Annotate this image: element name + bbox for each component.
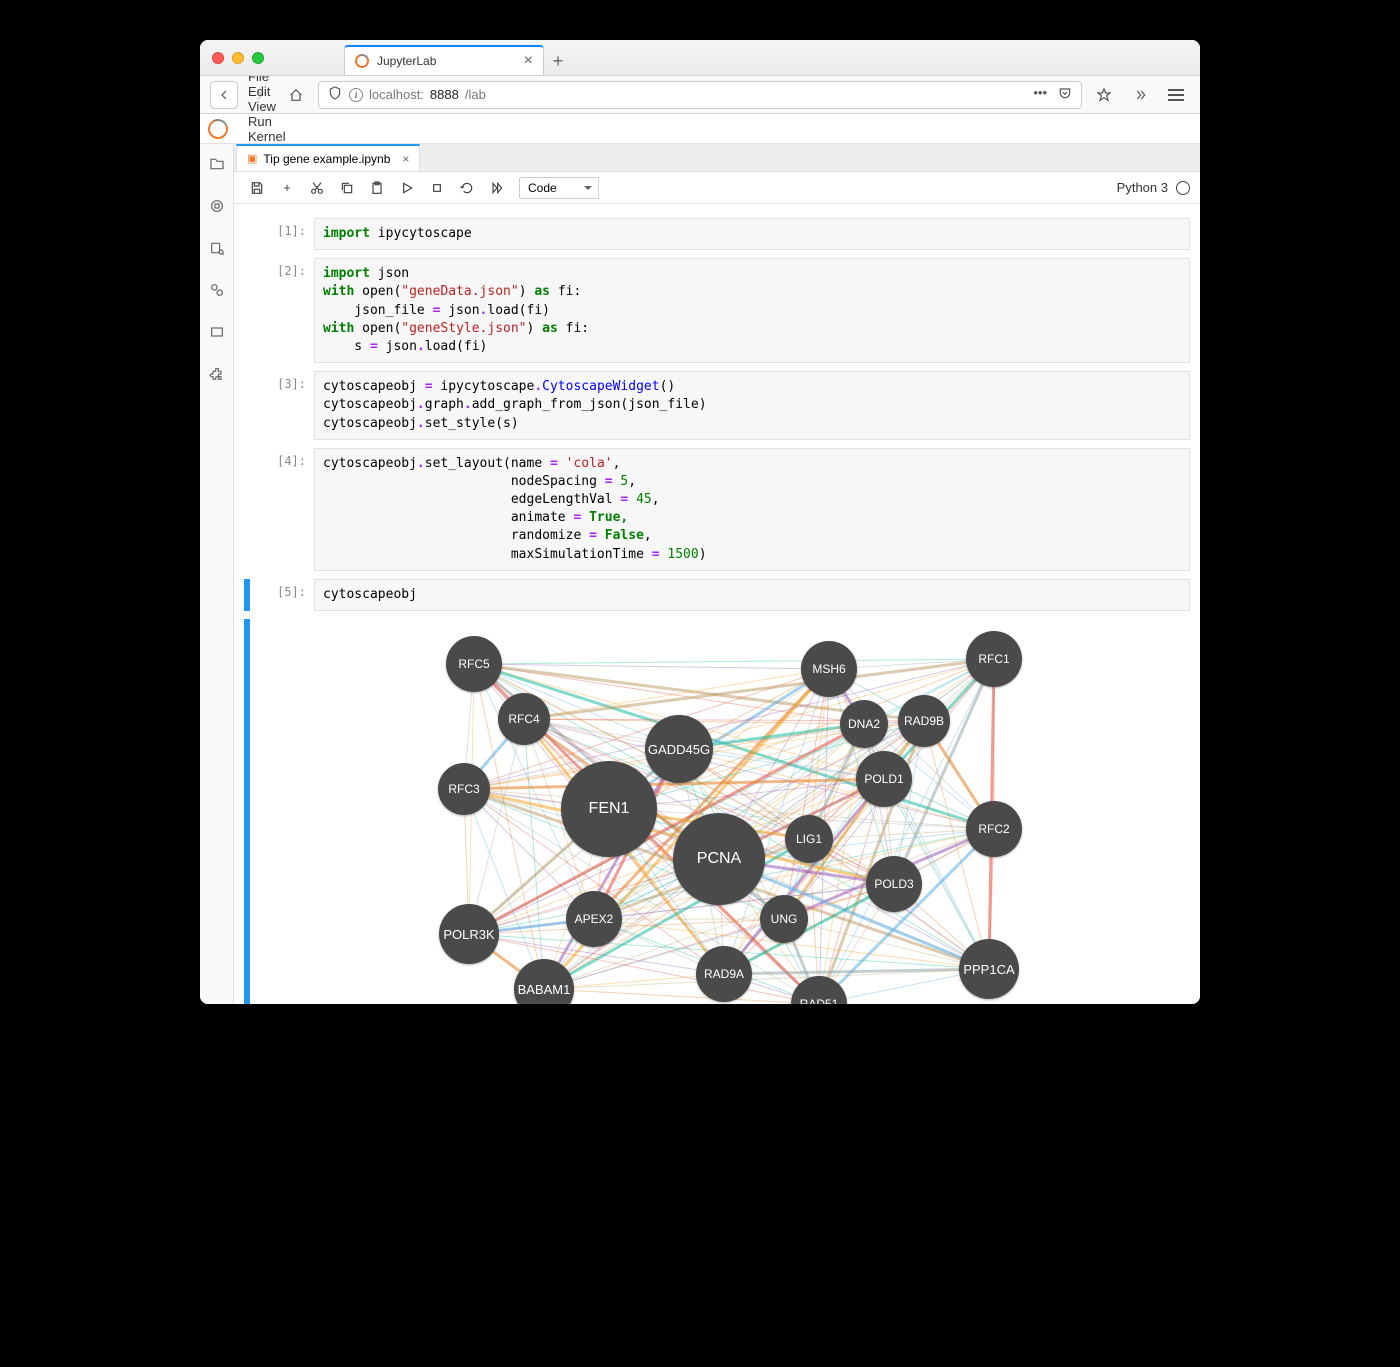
graph-node-pold1[interactable]: POLD1 bbox=[856, 751, 912, 807]
graph-node-apex2[interactable]: APEX2 bbox=[566, 891, 622, 947]
back-button[interactable] bbox=[210, 81, 238, 109]
jupyter-logo-icon[interactable] bbox=[205, 116, 231, 142]
minimize-window-button[interactable] bbox=[232, 52, 244, 64]
cell-input[interactable]: cytoscapeobj = ipycytoscape.CytoscapeWid… bbox=[314, 371, 1190, 440]
celltype-label: Code bbox=[528, 181, 557, 195]
cell-prompt: [5]: bbox=[252, 579, 314, 599]
new-tab-button[interactable]: + bbox=[544, 47, 572, 75]
extension-icon[interactable] bbox=[207, 364, 227, 384]
stop-button[interactable] bbox=[424, 176, 450, 200]
restart-run-button[interactable] bbox=[484, 176, 510, 200]
cell-input[interactable]: import json with open("geneData.json") a… bbox=[314, 258, 1190, 363]
shield-icon bbox=[327, 85, 343, 104]
restart-button[interactable] bbox=[454, 176, 480, 200]
graph-node-rad9a[interactable]: RAD9A bbox=[696, 946, 752, 1002]
graph-node-polr3k[interactable]: POLR3K bbox=[439, 904, 499, 964]
cell-prompt: [4]: bbox=[252, 448, 314, 468]
notebook-icon: ▣ bbox=[247, 152, 257, 165]
cell-4[interactable]: [4]:cytoscapeobj.set_layout(name = 'cola… bbox=[244, 448, 1190, 571]
graph-node-gadd45g[interactable]: GADD45G bbox=[645, 715, 713, 783]
notebook-tab-title: Tip gene example.ipynb bbox=[263, 152, 390, 166]
bookmark-button[interactable] bbox=[1090, 81, 1118, 109]
menu-kernel[interactable]: Kernel bbox=[238, 129, 305, 144]
save-button[interactable] bbox=[244, 176, 270, 200]
add-cell-button[interactable]: + bbox=[274, 176, 300, 200]
graph-node-rfc2[interactable]: RFC2 bbox=[966, 801, 1022, 857]
graph-node-rfc1[interactable]: RFC1 bbox=[966, 631, 1022, 687]
menu-view[interactable]: View bbox=[238, 99, 305, 114]
browser-window: JupyterLab × + i localhost: 8888/lab ••• bbox=[200, 40, 1200, 1004]
notebook-tab[interactable]: ▣ Tip gene example.ipynb × bbox=[236, 144, 420, 171]
cell-1[interactable]: [1]:import ipycytoscape bbox=[244, 218, 1190, 250]
cell-input[interactable]: cytoscapeobj bbox=[314, 579, 1190, 611]
graph-node-msh6[interactable]: MSH6 bbox=[801, 641, 857, 697]
tabs-icon[interactable] bbox=[207, 322, 227, 342]
url-right-icons: ••• bbox=[1033, 85, 1073, 104]
kernel-name: Python 3 bbox=[1117, 180, 1168, 195]
file-browser-icon[interactable] bbox=[207, 154, 227, 174]
url-field[interactable]: i localhost: 8888/lab ••• bbox=[318, 81, 1082, 109]
commands-icon[interactable] bbox=[207, 238, 227, 258]
cells-area[interactable]: [1]:import ipycytoscape[2]:import json w… bbox=[234, 204, 1200, 1004]
running-icon[interactable] bbox=[207, 196, 227, 216]
celltype-select[interactable]: Code bbox=[519, 177, 599, 199]
pocket-icon[interactable] bbox=[1057, 85, 1073, 104]
cell-prompt: [2]: bbox=[252, 258, 314, 278]
url-host: localhost: bbox=[369, 87, 424, 102]
kernel-indicator-icon bbox=[1176, 181, 1190, 195]
cell-prompt: [3]: bbox=[252, 371, 314, 391]
info-icon[interactable]: i bbox=[349, 88, 363, 102]
graph-node-rad9b[interactable]: RAD9B bbox=[898, 695, 950, 747]
cytoscape-graph[interactable]: RFC5 MSH6 RFC1 RFC4 DNA2RAD9B GADD45G RFC3 POLD… bbox=[414, 629, 1094, 1004]
workspace: ▣ Tip gene example.ipynb × + Code Python bbox=[200, 144, 1200, 1004]
kernel-status[interactable]: Python 3 bbox=[1117, 180, 1190, 195]
url-path: /lab bbox=[465, 87, 486, 102]
cell-output: RFC5 MSH6 RFC1 RFC4 DNA2RAD9B GADD45G RFC3 POLD… bbox=[244, 619, 1190, 1004]
maximize-window-button[interactable] bbox=[252, 52, 264, 64]
main-pane: ▣ Tip gene example.ipynb × + Code Python bbox=[234, 144, 1200, 1004]
jupyter-icon bbox=[353, 52, 371, 70]
menu-run[interactable]: Run bbox=[238, 114, 305, 129]
graph-node-pold3[interactable]: POLD3 bbox=[866, 856, 922, 912]
cell-3[interactable]: [3]:cytoscapeobj = ipycytoscape.Cytoscap… bbox=[244, 371, 1190, 440]
overflow-button[interactable] bbox=[1126, 81, 1154, 109]
cut-button[interactable] bbox=[304, 176, 330, 200]
graph-node-lig1[interactable]: LIG1 bbox=[785, 815, 833, 863]
graph-node-rfc3[interactable]: RFC3 bbox=[438, 763, 490, 815]
menu-edit[interactable]: Edit bbox=[238, 84, 305, 99]
window-controls bbox=[212, 52, 264, 64]
run-button[interactable] bbox=[394, 176, 420, 200]
notebook-tabrow: ▣ Tip gene example.ipynb × bbox=[234, 144, 1200, 172]
paste-button[interactable] bbox=[364, 176, 390, 200]
graph-node-fen1[interactable]: FEN1 bbox=[561, 761, 657, 857]
graph-node-ung[interactable]: UNG bbox=[760, 895, 808, 943]
close-window-button[interactable] bbox=[212, 52, 224, 64]
left-sidebar bbox=[200, 144, 234, 1004]
notebook-toolbar: + Code Python 3 bbox=[234, 172, 1200, 204]
url-port: 8888 bbox=[430, 87, 459, 102]
graph-node-rfc5[interactable]: RFC5 bbox=[446, 636, 502, 692]
cell-prompt: [1]: bbox=[252, 218, 314, 238]
graph-node-ppp1ca[interactable]: PPP1CA bbox=[959, 939, 1019, 999]
url-toolbar: i localhost: 8888/lab ••• bbox=[200, 76, 1200, 114]
graph-node-pcna[interactable]: PCNA bbox=[673, 813, 765, 905]
copy-button[interactable] bbox=[334, 176, 360, 200]
graph-node-rfc4[interactable]: RFC4 bbox=[498, 693, 550, 745]
browser-tabstrip: JupyterLab × + bbox=[344, 40, 572, 75]
more-icon[interactable]: ••• bbox=[1033, 85, 1047, 104]
cell-input[interactable]: import ipycytoscape bbox=[314, 218, 1190, 250]
menu-button[interactable] bbox=[1162, 81, 1190, 109]
close-notebook-icon[interactable]: × bbox=[402, 152, 409, 166]
cell-5[interactable]: [5]:cytoscapeobj bbox=[244, 579, 1190, 611]
settings-icon[interactable] bbox=[207, 280, 227, 300]
close-tab-icon[interactable]: × bbox=[524, 52, 533, 70]
browser-tab-title: JupyterLab bbox=[377, 54, 436, 68]
cell-input[interactable]: cytoscapeobj.set_layout(name = 'cola', n… bbox=[314, 448, 1190, 571]
graph-node-dna2[interactable]: DNA2 bbox=[840, 700, 888, 748]
cell-2[interactable]: [2]:import json with open("geneData.json… bbox=[244, 258, 1190, 363]
titlebar: JupyterLab × + bbox=[200, 40, 1200, 76]
browser-tab[interactable]: JupyterLab × bbox=[344, 45, 544, 75]
jupyter-menubar: FileEditViewRunKernelTabsSettingsHelp bbox=[200, 114, 1200, 144]
